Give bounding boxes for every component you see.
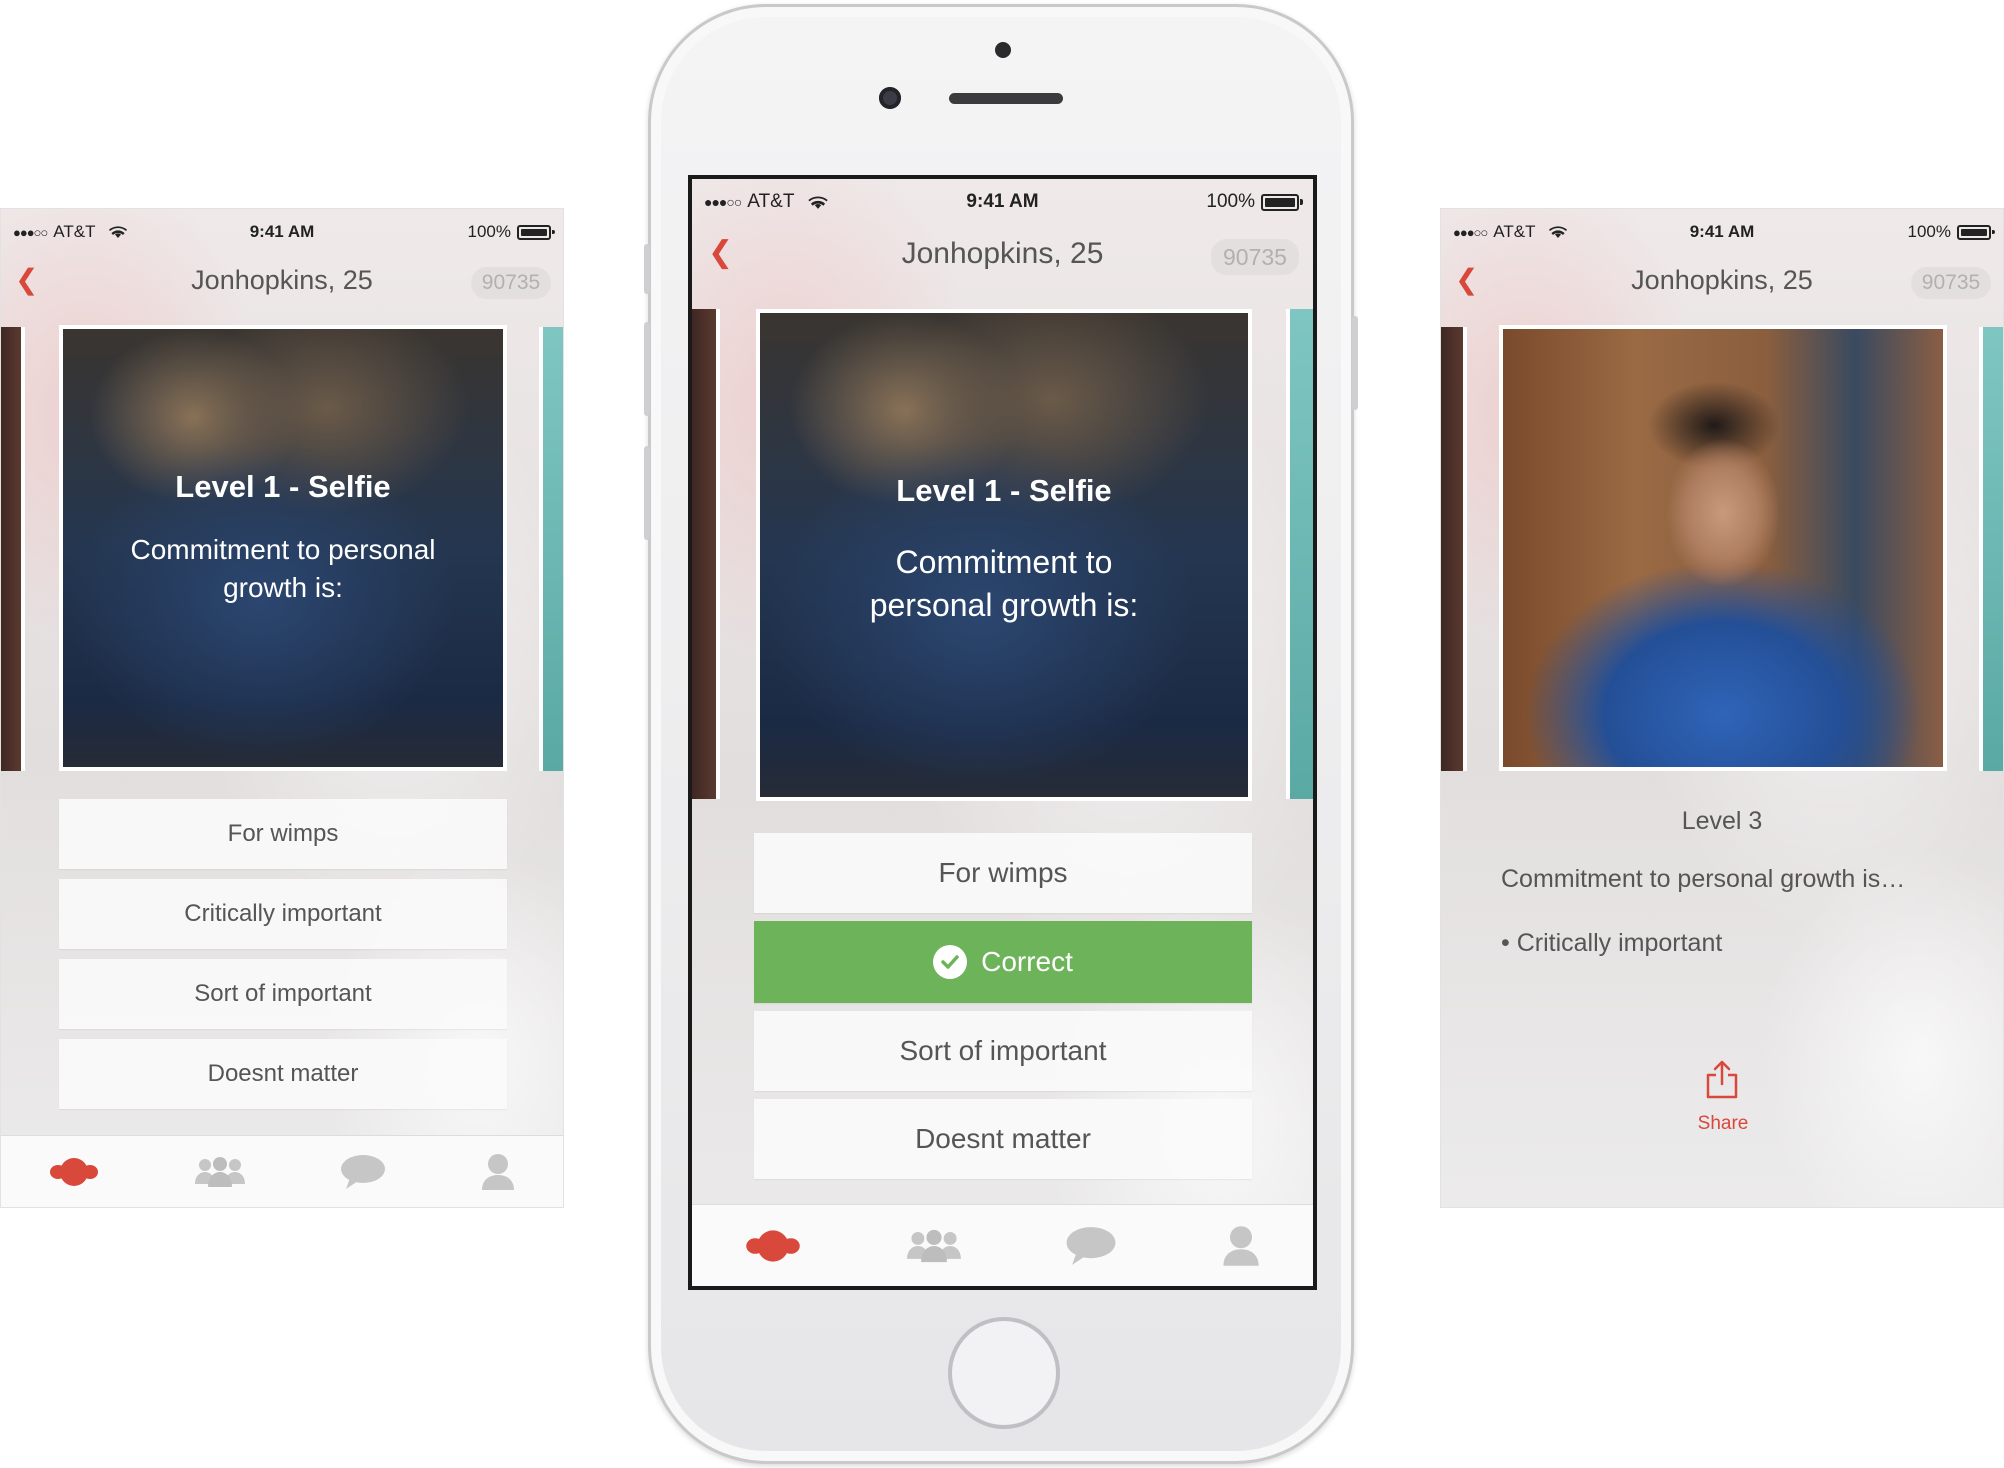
tab-profile[interactable] (480, 1152, 516, 1192)
prev-card (1441, 327, 1467, 771)
answer-correct-button[interactable]: Correct (754, 921, 1252, 1003)
nav-bar: ❮ Jonhopkins, 25 90735 (692, 225, 1313, 285)
game-icon (746, 1229, 800, 1262)
tab-groups[interactable] (194, 1156, 246, 1188)
game-icon (50, 1157, 98, 1186)
answer-for-wimps[interactable]: For wimps (754, 833, 1252, 913)
correct-label: Correct (981, 946, 1073, 977)
zip-badge: 90735 (1911, 267, 1991, 299)
status-bar: ●●●○○ AT&T 9:41 AM 100% (1441, 215, 2003, 249)
question-level: Level 1 - Selfie (175, 469, 391, 504)
home-button[interactable] (948, 1317, 1060, 1429)
result-level: Level 3 (1681, 807, 1763, 835)
mute-switch[interactable] (644, 244, 650, 294)
battery-icon (1957, 224, 1995, 240)
tab-chat[interactable] (340, 1154, 386, 1190)
tab-profile[interactable] (1221, 1224, 1261, 1268)
profile-icon (1223, 1225, 1259, 1266)
question-text: Commitment to personal growth is: (869, 544, 1139, 623)
question-text: Commitment to personal growth is: (130, 534, 436, 603)
zip-badge: 90735 (1211, 239, 1299, 275)
result-question: Commitment to personal growth is… (1501, 865, 1906, 893)
battery-icon (1261, 193, 1303, 211)
tab-groups[interactable] (906, 1228, 962, 1264)
chat-icon (341, 1154, 385, 1189)
tab-game[interactable] (48, 1157, 100, 1187)
groups-icon (906, 1229, 961, 1262)
answer-doesnt-matter[interactable]: Doesnt matter (754, 1099, 1252, 1179)
chat-icon (1066, 1226, 1116, 1265)
question-card: Level 1 - Selfie Commitment to personal … (756, 309, 1252, 801)
front-camera-icon (879, 87, 901, 109)
next-card (1979, 327, 2003, 771)
tab-bar (692, 1204, 1313, 1286)
share-label[interactable]: Share (1671, 1113, 1775, 1135)
check-circle-icon (933, 945, 968, 979)
groups-icon (195, 1156, 245, 1187)
nav-bar: ❮ Jonhopkins, 25 90735 (1441, 253, 2003, 309)
earpiece-speaker (949, 93, 1063, 104)
proximity-sensor (995, 42, 1011, 58)
share-icon[interactable] (1705, 1059, 1739, 1099)
question-level: Level 1 - Selfie (896, 473, 1112, 508)
next-card (1286, 309, 1313, 799)
center-screen: ●●●○○ AT&T 9:41 AM 100% ❮ Jonhopkins, 25… (688, 175, 1317, 1290)
prev-card (692, 309, 720, 799)
answer-for-wimps[interactable]: For wimps (59, 799, 507, 869)
volume-up-button[interactable] (644, 322, 650, 416)
status-bar: ●●●○○ AT&T 9:41 AM 100% (692, 185, 1313, 219)
battery-label: 100% (1907, 222, 1951, 241)
zip-badge: 90735 (471, 267, 551, 299)
tab-bar (1, 1135, 563, 1207)
result-answer: • Critically important (1501, 929, 1723, 957)
tab-game[interactable] (744, 1229, 802, 1263)
nav-bar: ❮ Jonhopkins, 25 90735 (1, 253, 563, 309)
volume-down-button[interactable] (644, 446, 650, 540)
tab-chat[interactable] (1065, 1226, 1117, 1266)
prev-card (1, 327, 25, 771)
power-button[interactable] (1352, 316, 1358, 410)
battery-icon (517, 224, 555, 240)
answer-sort-of-important[interactable]: Sort of important (754, 1011, 1252, 1091)
next-card (539, 327, 563, 771)
right-screen: ●●●○○ AT&T 9:41 AM 100% ❮ Jonhopkins, 25… (1440, 208, 2004, 1208)
status-bar: ●●●○○ AT&T 9:41 AM 100% (1, 215, 563, 249)
answer-critically-important[interactable]: Critically important (59, 879, 507, 949)
answer-doesnt-matter[interactable]: Doesnt matter (59, 1039, 507, 1109)
answer-sort-of-important[interactable]: Sort of important (59, 959, 507, 1029)
battery-label: 100% (467, 222, 511, 241)
battery-label: 100% (1206, 191, 1255, 212)
profile-photo (1499, 325, 1947, 771)
question-card: Level 1 - Selfie Commitment to personal … (59, 325, 507, 771)
left-screen: ●●●○○ AT&T 9:41 AM 100% ❮ Jonhopkins, 25… (0, 208, 564, 1208)
profile-icon (482, 1153, 514, 1190)
